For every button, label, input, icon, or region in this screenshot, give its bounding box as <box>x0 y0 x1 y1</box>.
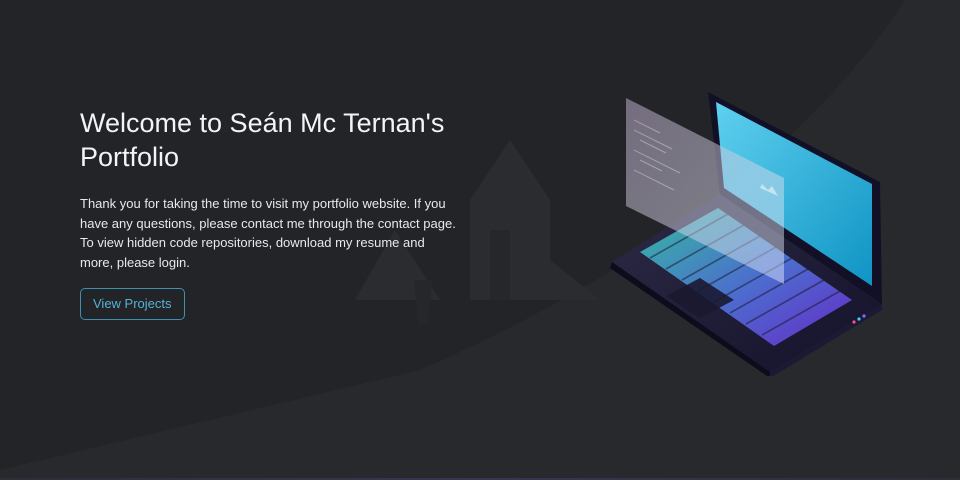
view-projects-button[interactable]: View Projects <box>80 288 185 320</box>
hero-description: Thank you for taking the time to visit m… <box>80 196 456 270</box>
hero-section: Welcome to Seán Mc Ternan's Portfolio Th… <box>0 0 960 480</box>
hero-text-block: Welcome to Seán Mc Ternan's Portfolio Th… <box>80 106 460 320</box>
page-title: Welcome to Seán Mc Ternan's Portfolio <box>80 108 445 172</box>
laptop-illustration <box>610 92 882 376</box>
